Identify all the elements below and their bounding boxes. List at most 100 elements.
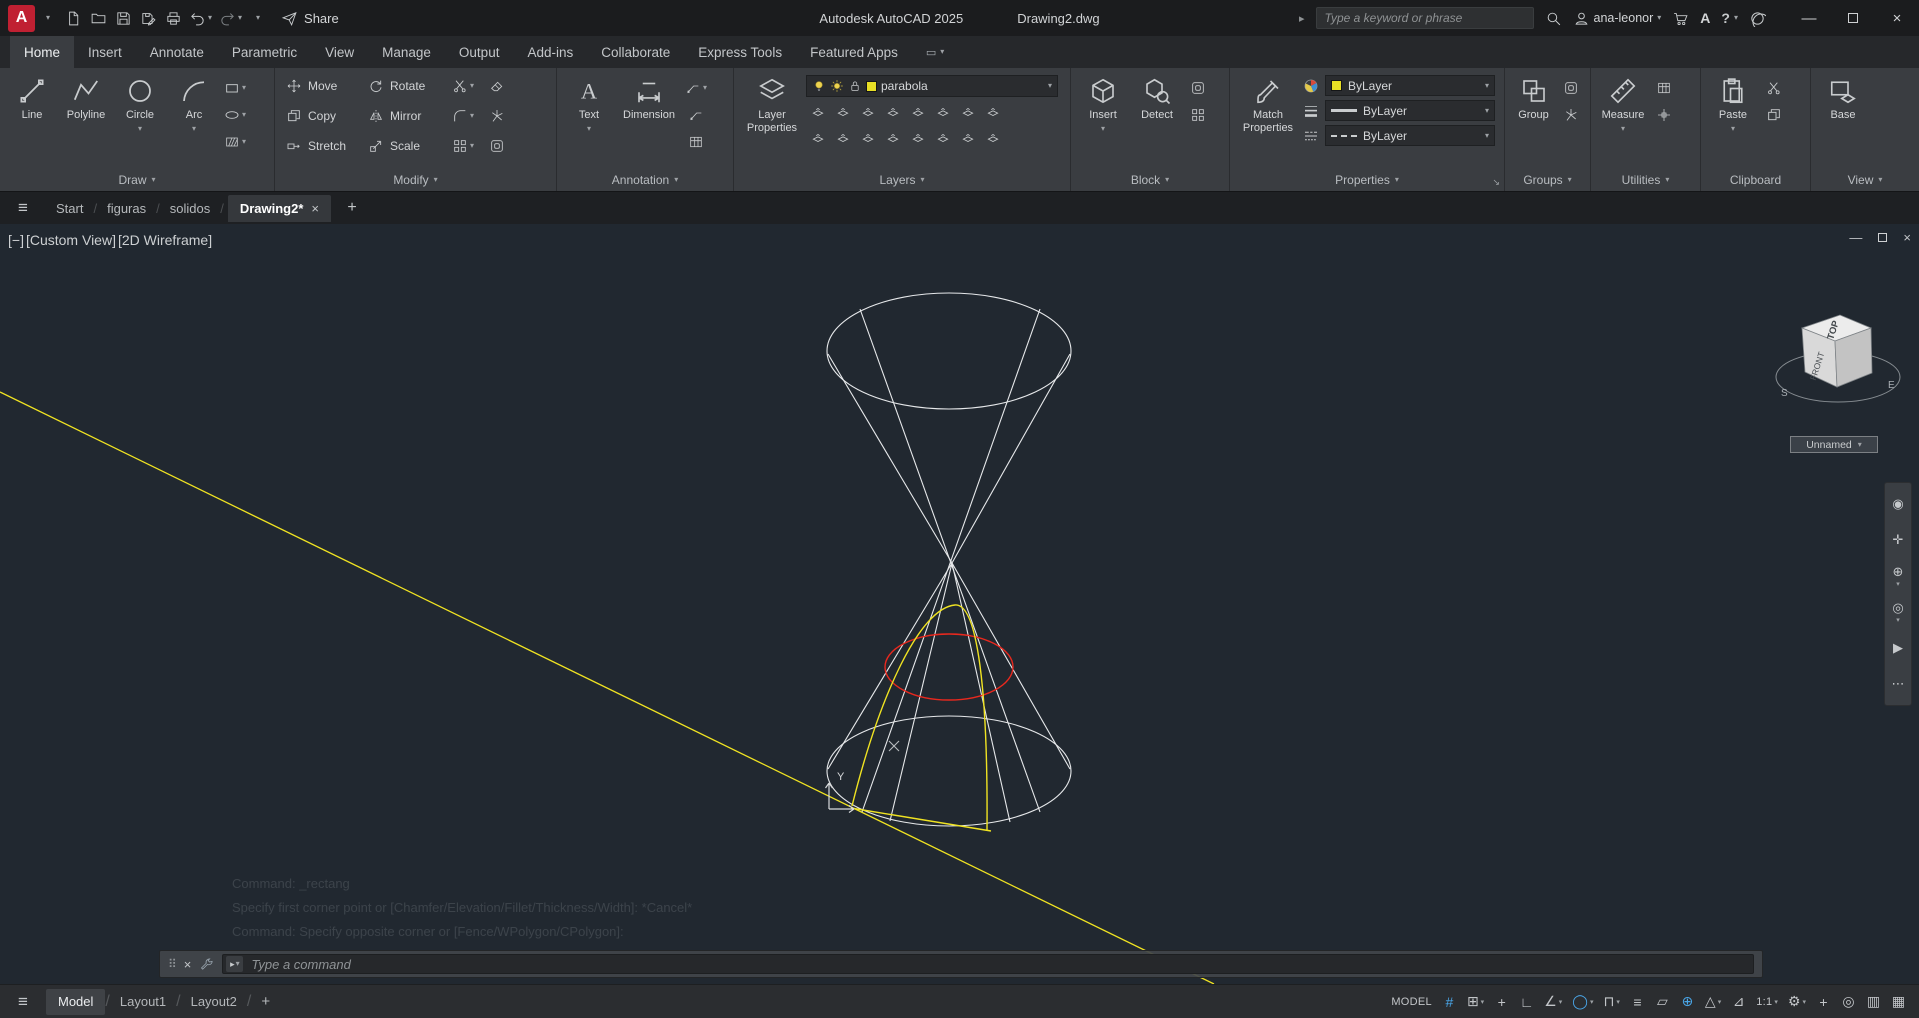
search-expand-arrow[interactable]: ▸ bbox=[1299, 12, 1305, 25]
circle-button[interactable]: Circle▾ bbox=[114, 72, 166, 133]
pan-icon[interactable]: ✛ bbox=[1886, 523, 1910, 557]
doc-minimize-button[interactable]: — bbox=[1849, 230, 1862, 245]
panel-label-modify[interactable]: Modify▾ bbox=[275, 168, 556, 191]
multileader-button[interactable] bbox=[683, 103, 709, 127]
object-color-select[interactable]: ByLayer▾ bbox=[1325, 75, 1495, 96]
text-button[interactable]: Text▾ bbox=[563, 72, 615, 133]
command-bar-close-icon[interactable]: × bbox=[184, 957, 192, 972]
viewport-visual-style-control[interactable]: [2D Wireframe] bbox=[118, 232, 212, 248]
layer-tool-icon[interactable] bbox=[956, 101, 980, 123]
selection-cycling-icon[interactable]: ⊕ bbox=[1675, 989, 1700, 1015]
open-button[interactable] bbox=[86, 5, 110, 31]
rotate-button[interactable]: Rotate bbox=[365, 78, 445, 94]
autocad-logo[interactable]: A bbox=[8, 5, 35, 32]
dimension-button[interactable]: Dimension bbox=[617, 72, 681, 122]
layer-tool-icon[interactable] bbox=[806, 127, 830, 149]
panel-label-utilities[interactable]: Utilities▾ bbox=[1591, 168, 1700, 191]
ribbon-tab-collaborate[interactable]: Collaborate bbox=[587, 36, 684, 68]
scale-button[interactable]: Scale bbox=[365, 138, 445, 154]
model-space-toggle[interactable]: MODEL bbox=[1386, 989, 1437, 1015]
isodraft-icon[interactable]: ◯▾ bbox=[1567, 989, 1598, 1015]
orbit-icon[interactable]: ◎▾ bbox=[1886, 595, 1910, 629]
lineweight-icon[interactable] bbox=[1302, 102, 1320, 120]
move-button[interactable]: Move bbox=[283, 78, 363, 94]
ribbon-tab-add-ins[interactable]: Add-ins bbox=[513, 36, 587, 68]
file-tabs-menu-icon[interactable]: ≡ bbox=[0, 198, 46, 218]
full-navigation-wheel-icon[interactable]: ◉ bbox=[1886, 487, 1910, 521]
qat-customize-button[interactable]: ▾ bbox=[246, 5, 270, 31]
doc-close-button[interactable]: × bbox=[1903, 230, 1911, 245]
file-tab-solidos[interactable]: solidos bbox=[160, 201, 220, 216]
command-line-bar[interactable]: ⠿ × ▸▾ bbox=[159, 950, 1763, 978]
viewport-menu-control[interactable]: [−] bbox=[8, 232, 24, 248]
base-view-button[interactable]: Base bbox=[1817, 72, 1869, 122]
erase-button[interactable] bbox=[481, 74, 513, 98]
layer-select[interactable]: parabola ▾ bbox=[806, 75, 1058, 97]
panel-label-layers[interactable]: Layers▾ bbox=[734, 168, 1070, 191]
recent-commands-icon[interactable]: ▸▾ bbox=[226, 956, 243, 972]
command-input-field[interactable]: ▸▾ bbox=[222, 954, 1754, 974]
share-button[interactable]: Share bbox=[281, 10, 339, 27]
viewport-view-control[interactable]: [Custom View] bbox=[26, 232, 116, 248]
transparency-icon[interactable]: ▱ bbox=[1650, 989, 1675, 1015]
mirror-button[interactable]: Mirror bbox=[365, 108, 445, 124]
layer-tool-icon[interactable] bbox=[831, 101, 855, 123]
lineweight-select[interactable]: ByLayer▾ bbox=[1325, 100, 1495, 121]
stretch-button[interactable]: Stretch bbox=[283, 138, 363, 154]
units-icon[interactable]: ◎ bbox=[1836, 989, 1861, 1015]
layout1-tab[interactable]: Layout1 bbox=[110, 994, 176, 1009]
help-button[interactable]: ?▾ bbox=[1721, 10, 1738, 26]
model-space-drawing[interactable]: Y TOP FRONT S E bbox=[0, 224, 1919, 984]
ribbon-tab-express-tools[interactable]: Express Tools bbox=[684, 36, 796, 68]
viewcube-view-select[interactable]: Unnamed ▾ bbox=[1790, 436, 1878, 453]
plot-button[interactable] bbox=[161, 5, 185, 31]
redo-button[interactable]: ▾ bbox=[216, 5, 245, 31]
ribbon-tab-parametric[interactable]: Parametric bbox=[218, 36, 311, 68]
create-block-icon[interactable] bbox=[1185, 103, 1211, 127]
trim-button[interactable]: ▾ bbox=[447, 74, 479, 98]
account-button[interactable]: ana-leonor▾ bbox=[1573, 10, 1662, 27]
showmotion-icon[interactable]: ▶ bbox=[1886, 631, 1910, 665]
new-layout-button[interactable]: + bbox=[251, 993, 280, 1010]
panel-label-view[interactable]: View▾ bbox=[1811, 168, 1919, 191]
file-tab-close-button[interactable]: × bbox=[311, 201, 319, 216]
ribbon-tab-annotate[interactable]: Annotate bbox=[136, 36, 218, 68]
layer-tool-icon[interactable] bbox=[856, 127, 880, 149]
layer-tool-icon[interactable] bbox=[881, 127, 905, 149]
window-minimize-button[interactable]: — bbox=[1787, 0, 1831, 36]
group-edit-icon[interactable] bbox=[1558, 76, 1584, 100]
ribbon-tab-insert[interactable]: Insert bbox=[74, 36, 136, 68]
save-as-button[interactable] bbox=[136, 5, 160, 31]
viewcube-compass-south[interactable]: S bbox=[1781, 388, 1788, 399]
layer-tool-icon[interactable] bbox=[856, 101, 880, 123]
ribbon-display-toggle[interactable]: ▭ ▾ bbox=[926, 36, 944, 68]
search-icon[interactable] bbox=[1545, 10, 1562, 27]
file-tab-figuras[interactable]: figuras bbox=[97, 201, 156, 216]
polar-tracking-icon[interactable]: ∠▾ bbox=[1539, 989, 1567, 1015]
paste-button[interactable]: Paste▾ bbox=[1707, 72, 1759, 133]
search-input[interactable] bbox=[1316, 7, 1534, 29]
edit-attributes-icon[interactable] bbox=[1185, 76, 1211, 100]
offset-button[interactable] bbox=[481, 134, 513, 158]
cone-wireframe[interactable] bbox=[827, 293, 1071, 826]
arc-button[interactable]: Arc▾ bbox=[168, 72, 220, 133]
snap-icon[interactable]: ⊞▾ bbox=[1462, 989, 1489, 1015]
ellipse-button[interactable]: ▾ bbox=[222, 103, 248, 127]
ribbon-tab-view[interactable]: View bbox=[311, 36, 368, 68]
autoscale-icon[interactable]: ⊿ bbox=[1726, 989, 1751, 1015]
customize-icon[interactable]: ▦ bbox=[1886, 989, 1911, 1015]
leader-button[interactable]: ▾ bbox=[683, 76, 709, 100]
table-button[interactable] bbox=[683, 130, 709, 154]
window-maximize-button[interactable] bbox=[1831, 0, 1875, 36]
panel-label-properties[interactable]: Properties▾↘ bbox=[1230, 168, 1504, 191]
osnap-icon[interactable]: ⊓▾ bbox=[1598, 989, 1624, 1015]
copy-clip-icon[interactable] bbox=[1761, 103, 1787, 127]
navbar-more-icon[interactable]: ⋯ bbox=[1886, 667, 1910, 701]
measure-button[interactable]: Measure▾ bbox=[1597, 72, 1649, 133]
rectangle-button[interactable]: ▾ bbox=[222, 76, 248, 100]
layer-tool-icon[interactable] bbox=[831, 127, 855, 149]
layer-tool-icon[interactable] bbox=[906, 101, 930, 123]
annotation-visibility-icon[interactable]: △▾ bbox=[1700, 989, 1726, 1015]
drawing-area[interactable]: [−] [Custom View] [2D Wireframe] — × bbox=[0, 224, 1919, 984]
layer-tool-icon[interactable] bbox=[931, 127, 955, 149]
